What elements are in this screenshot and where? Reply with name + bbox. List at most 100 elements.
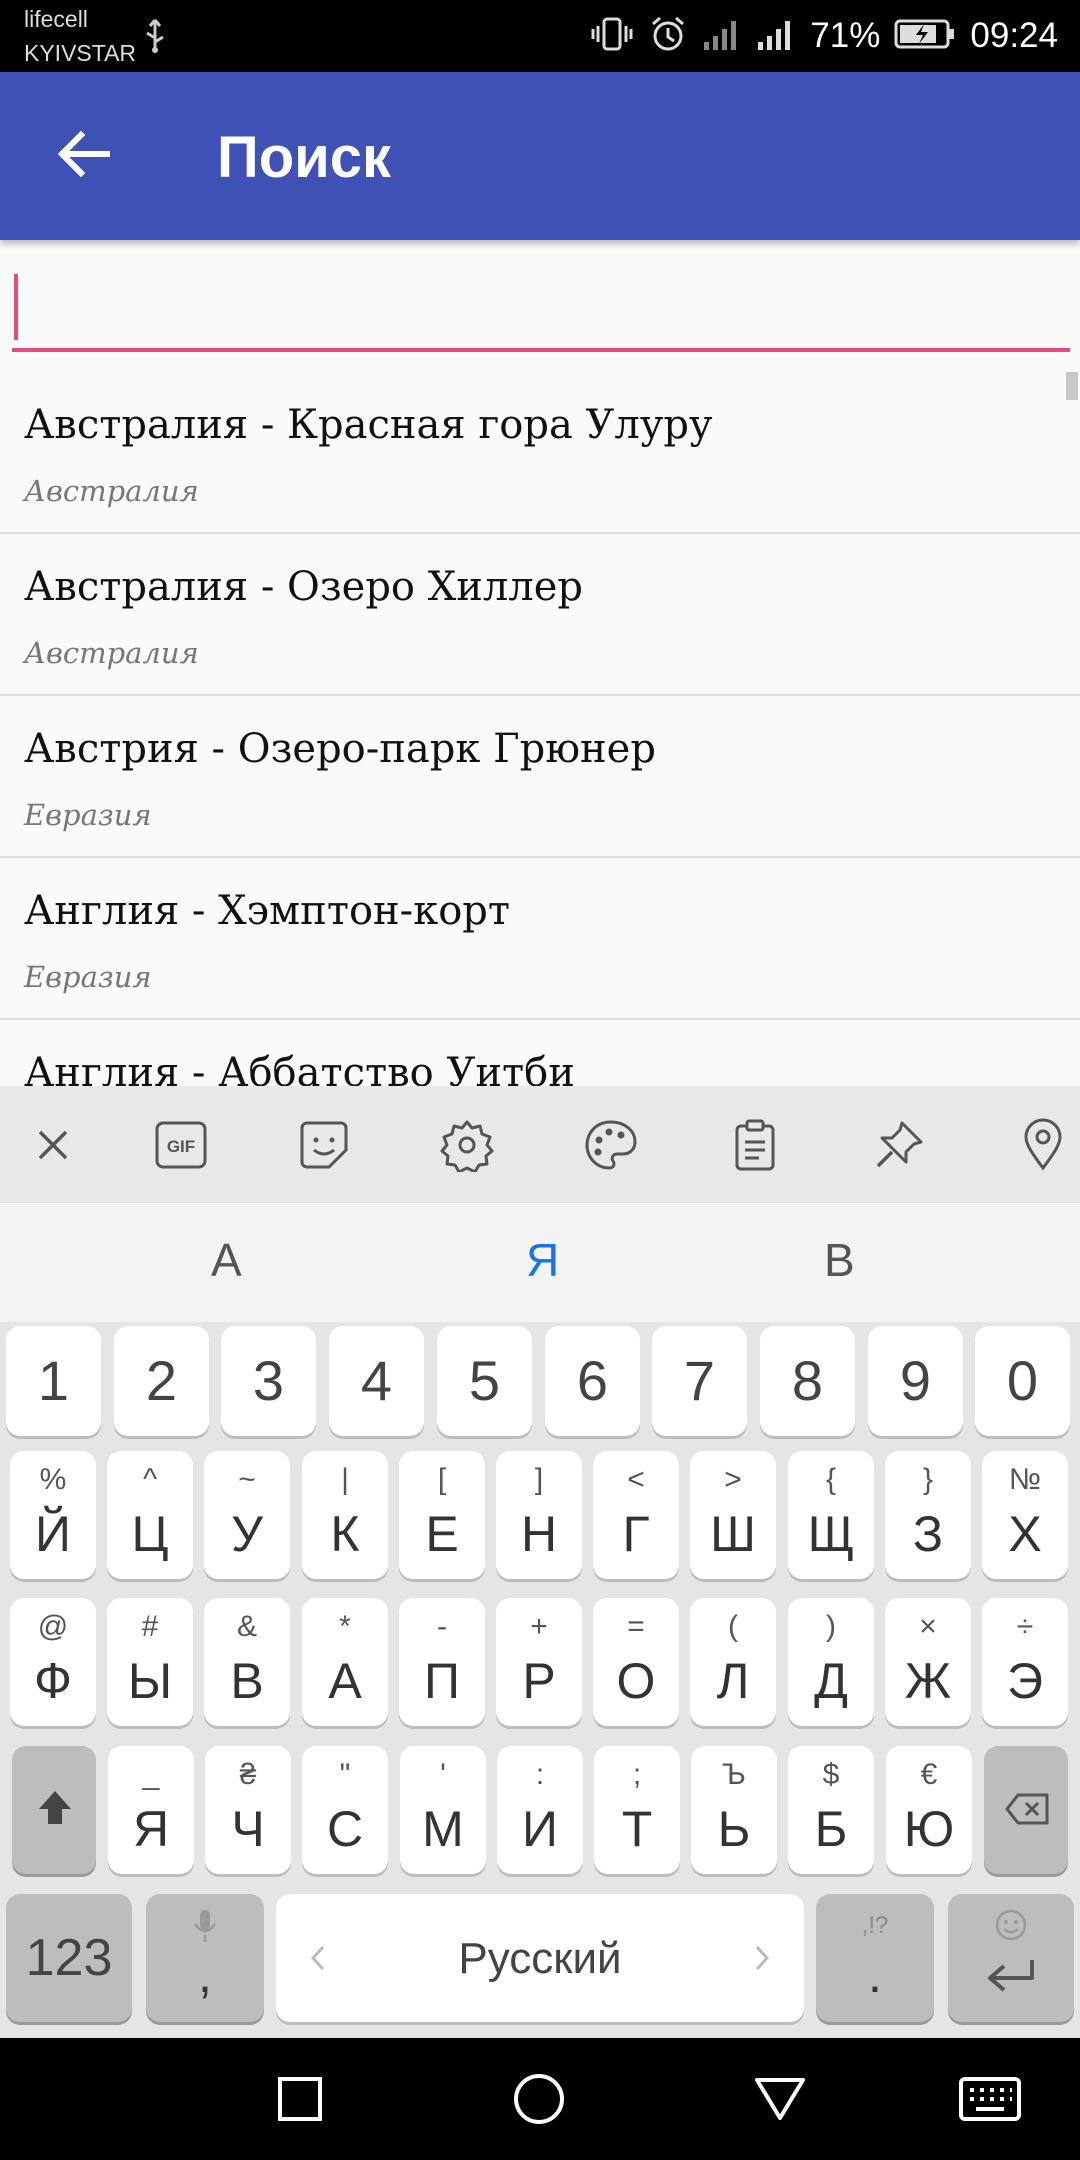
alarm-icon (648, 14, 688, 59)
key-Т[interactable]: ; Т (594, 1746, 680, 1874)
home-icon[interactable] (504, 2064, 574, 2134)
suggestion[interactable]: А (211, 1233, 242, 1287)
key-Щ[interactable]: {Щ (788, 1451, 874, 1579)
key-9[interactable]: 9 (868, 1326, 963, 1436)
keyboard-icon[interactable] (955, 2064, 1025, 2134)
key-label: Ф (33, 1653, 72, 1709)
list-item[interactable]: Австралия - Красная гора Улуру Австралия (0, 372, 1080, 534)
result-title: Австрия - Озеро-парк Грюнер (24, 726, 656, 772)
status-icons: 71% 09:24 (590, 0, 1058, 72)
key-Г[interactable]: < Г (593, 1451, 679, 1579)
key-label: 2 (145, 1349, 178, 1412)
key-З[interactable]: } З (885, 1451, 971, 1579)
period-key[interactable]: ,!?. (816, 1894, 934, 2022)
sticker-icon[interactable] (289, 1110, 359, 1180)
carrier-name-secondary: KYIVSTAR (24, 40, 137, 66)
enter-key[interactable] (948, 1894, 1074, 2022)
key-Ю[interactable]: € Ю (886, 1746, 972, 1874)
list-item[interactable]: Австралия - Озеро Хиллер Австралия (0, 534, 1080, 696)
result-region: Австралия (24, 474, 199, 508)
key-У[interactable]: ~ У (204, 1451, 290, 1579)
key-М[interactable]: ' М (400, 1746, 486, 1874)
key-label: Ь (717, 1801, 751, 1857)
comma-key[interactable]: , (146, 1894, 264, 2022)
key-Ц[interactable]: ^ Ц (107, 1451, 193, 1579)
key-Й[interactable]: % Й (10, 1451, 96, 1579)
key-Ы[interactable]: # Ы (107, 1598, 193, 1726)
key-Е[interactable]: [Е (399, 1451, 485, 1579)
key-label: Б (814, 1801, 848, 1857)
key-8[interactable]: 8 (760, 1326, 855, 1436)
pin-icon[interactable] (864, 1110, 934, 1180)
key-secondary: $ (822, 1758, 840, 1791)
clipboard-icon[interactable] (720, 1110, 790, 1180)
key-Д[interactable]: ) Д (788, 1598, 874, 1726)
enter-icon (984, 1956, 1038, 2001)
key-7[interactable]: 7 (652, 1326, 747, 1436)
key-2[interactable]: 2 (114, 1326, 209, 1436)
key-Ч[interactable]: ₴ Ч (205, 1746, 291, 1874)
symbols-key[interactable]: 123 (6, 1894, 132, 2022)
key-label: 7 (683, 1349, 716, 1412)
recents-icon[interactable] (265, 2064, 335, 2134)
battery-charging-icon (894, 18, 956, 55)
key-Я[interactable]: _ Я (108, 1746, 194, 1874)
key-И[interactable]: :И (497, 1746, 583, 1874)
key-0[interactable]: 0 (975, 1326, 1070, 1436)
key-secondary: Ъ (722, 1758, 746, 1791)
key-Ш[interactable]: > Ш (690, 1451, 776, 1579)
result-title: Австралия - Озеро Хиллер (24, 564, 583, 610)
suggestion-selected[interactable]: Я (526, 1233, 559, 1287)
key-Р[interactable]: + Р (496, 1598, 582, 1726)
key-Х[interactable]: № Х (982, 1451, 1068, 1579)
text-cursor (14, 274, 18, 340)
settings-icon[interactable] (432, 1110, 502, 1180)
close-icon[interactable] (18, 1110, 88, 1180)
key-1[interactable]: 1 (6, 1326, 101, 1436)
key-Э[interactable]: ÷ Э (982, 1598, 1068, 1726)
key-label: Х (1008, 1506, 1042, 1562)
key-4[interactable]: 4 (329, 1326, 424, 1436)
backspace-key[interactable] (984, 1746, 1068, 1874)
list-item[interactable]: Австрия - Озеро-парк Грюнер Евразия (0, 696, 1080, 858)
key-Б[interactable]: $ Б (788, 1746, 874, 1874)
suggestion[interactable]: В (824, 1233, 855, 1287)
keyboard: GIF А Я В 123456 7 8 9 0 % Й ^ Ц ~ У | К… (0, 1086, 1080, 2038)
key-Ь[interactable]: ЪЬ (691, 1746, 777, 1874)
key-secondary: % (39, 1463, 67, 1496)
key-А[interactable]: * А (302, 1598, 388, 1726)
result-title: Англия - Аббатство Уитби (24, 1050, 575, 1086)
key-Ж[interactable]: × Ж (885, 1598, 971, 1726)
key-secondary: ^ (142, 1463, 158, 1496)
list-item[interactable]: Англия - Аббатство Уитби (0, 1020, 1080, 1086)
shift-key[interactable] (12, 1746, 96, 1874)
key-Ф[interactable]: @ Ф (10, 1598, 96, 1726)
key-Л[interactable]: (Л (690, 1598, 776, 1726)
back-button[interactable] (38, 116, 128, 196)
key-П[interactable]: -П (399, 1598, 485, 1726)
key-С[interactable]: " С (302, 1746, 388, 1874)
key-secondary: { (825, 1463, 837, 1496)
key-label: П (424, 1653, 460, 1709)
palette-icon[interactable] (576, 1110, 646, 1180)
key-В[interactable]: & В (204, 1598, 290, 1726)
key-secondary: × (919, 1610, 937, 1643)
arrow-back-icon (55, 129, 111, 184)
gif-icon[interactable]: GIF (146, 1110, 216, 1180)
key-label: 3 (252, 1349, 285, 1412)
search-field[interactable] (12, 262, 1070, 352)
key-6[interactable]: 6 (545, 1326, 640, 1436)
location-icon[interactable] (1008, 1110, 1078, 1180)
space-bar[interactable]: Русский (276, 1894, 804, 2022)
key-5[interactable]: 5 (437, 1326, 532, 1436)
key-О[interactable]: = О (593, 1598, 679, 1726)
search-input[interactable] (12, 262, 1070, 348)
key-3[interactable]: 3 (221, 1326, 316, 1436)
carrier-name: lifecell (24, 6, 88, 32)
list-item[interactable]: Англия - Хэмптон-корт Евразия (0, 858, 1080, 1020)
suggestion-bar: А Я В (0, 1202, 1080, 1322)
back-icon[interactable] (745, 2064, 815, 2134)
key-Н[interactable]: ] Н (496, 1451, 582, 1579)
key-label: 6 (576, 1349, 609, 1412)
key-К[interactable]: | К (302, 1451, 388, 1579)
